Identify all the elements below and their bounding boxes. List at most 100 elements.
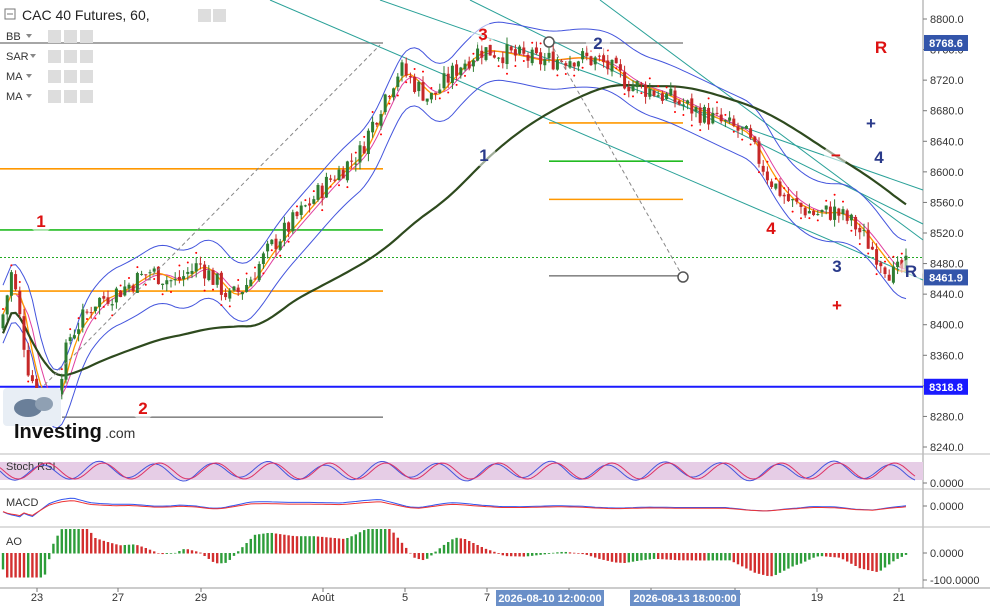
gear-icon[interactable] [64,30,77,43]
candle-body [253,278,257,280]
sar-dot [884,260,886,263]
close-icon[interactable] [80,90,93,103]
y-tick-label: 8560.0 [930,197,964,209]
candle-body [5,295,9,315]
close-icon[interactable] [80,30,93,43]
ao-bar [421,553,425,561]
ao-bar [186,549,189,554]
ao-bar [132,544,135,554]
ao-bar [300,536,303,554]
sar-dot [716,101,718,104]
candle-body [631,85,635,92]
candle-body [492,55,496,58]
visibility-icon[interactable] [48,50,61,63]
gear-icon[interactable] [213,9,226,22]
ao-bar [669,553,672,560]
wave-label: R [905,262,917,281]
candle-body [114,288,118,303]
wave-label: 3 [832,257,841,276]
sar-dot [766,160,769,163]
ao-bar [682,553,685,561]
ao-bar [484,548,488,554]
candle-body [127,284,131,289]
sar-dot [690,124,693,127]
ao-bar [337,538,341,554]
candle-body [627,86,631,92]
sar-dot [287,240,290,243]
ao-bar [85,529,89,554]
ao-bar [220,553,223,564]
y-tick-label: 8240.0 [930,442,964,454]
ao-bar [106,542,110,554]
candle-body [81,309,85,328]
ao-bar [896,553,899,559]
candle-body [841,209,845,215]
close-icon[interactable] [80,50,93,63]
candle-body [807,211,811,214]
ao-bar [636,553,639,561]
ao-bar [174,552,177,554]
visibility-icon[interactable] [48,70,61,83]
ao-bar [619,553,622,563]
drawing-handle[interactable] [677,271,689,283]
sar-dot [623,93,626,96]
drawing-handle[interactable] [543,36,555,48]
ao-bar [308,536,311,554]
sar-dot [724,113,727,116]
candle-body [282,222,286,241]
candle-body [266,243,270,252]
x-tick-label: 5 [402,592,408,604]
candle-body [215,273,219,285]
visibility-icon[interactable] [48,90,61,103]
close-icon[interactable] [80,70,93,83]
gear-icon[interactable] [64,70,77,83]
sar-dot [497,65,500,68]
candle-body [291,212,295,232]
sar-dot [682,114,685,117]
ao-bar [602,553,605,560]
candle-body [434,92,438,95]
sar-dot [111,314,114,317]
sar-dot [506,72,508,75]
sar-dot [195,251,198,254]
ao-bar [455,537,458,554]
visibility-icon[interactable] [198,9,211,22]
ao-bar [136,545,139,554]
candle-body [337,169,341,180]
ao-bar [400,542,404,554]
candle-body [686,100,690,104]
ao-bar [875,553,878,572]
candle-body [9,272,13,296]
wave-label: 1 [36,212,45,231]
candle-body [455,64,459,76]
sar-dot [438,97,441,100]
candle-body [732,118,736,126]
wave-label: 2 [593,34,602,53]
sar-dot [808,217,811,220]
ao-bar [707,553,710,561]
ao-bar [816,553,819,557]
visibility-icon[interactable] [48,30,61,43]
ao-bar [165,553,168,554]
candle-body [471,60,475,67]
gear-icon[interactable] [64,50,77,63]
ao-bar [522,553,525,557]
candle-body [329,178,333,180]
ao-bar [665,553,668,560]
candle-body [400,62,404,76]
ao-bar [22,553,26,578]
gear-icon[interactable] [64,90,77,103]
ao-bar [283,534,286,554]
sar-dot [472,52,475,55]
sar-dot [657,85,660,88]
sar-dot [615,67,618,70]
sar-dot [136,266,139,269]
sar-dot [816,219,819,222]
candle-body [644,84,648,97]
candle-body [786,194,790,202]
ao-bar [606,553,609,561]
candle-body [249,279,253,287]
candle-body [345,161,349,181]
ao-bar [480,546,483,554]
sar-dot [783,187,786,190]
